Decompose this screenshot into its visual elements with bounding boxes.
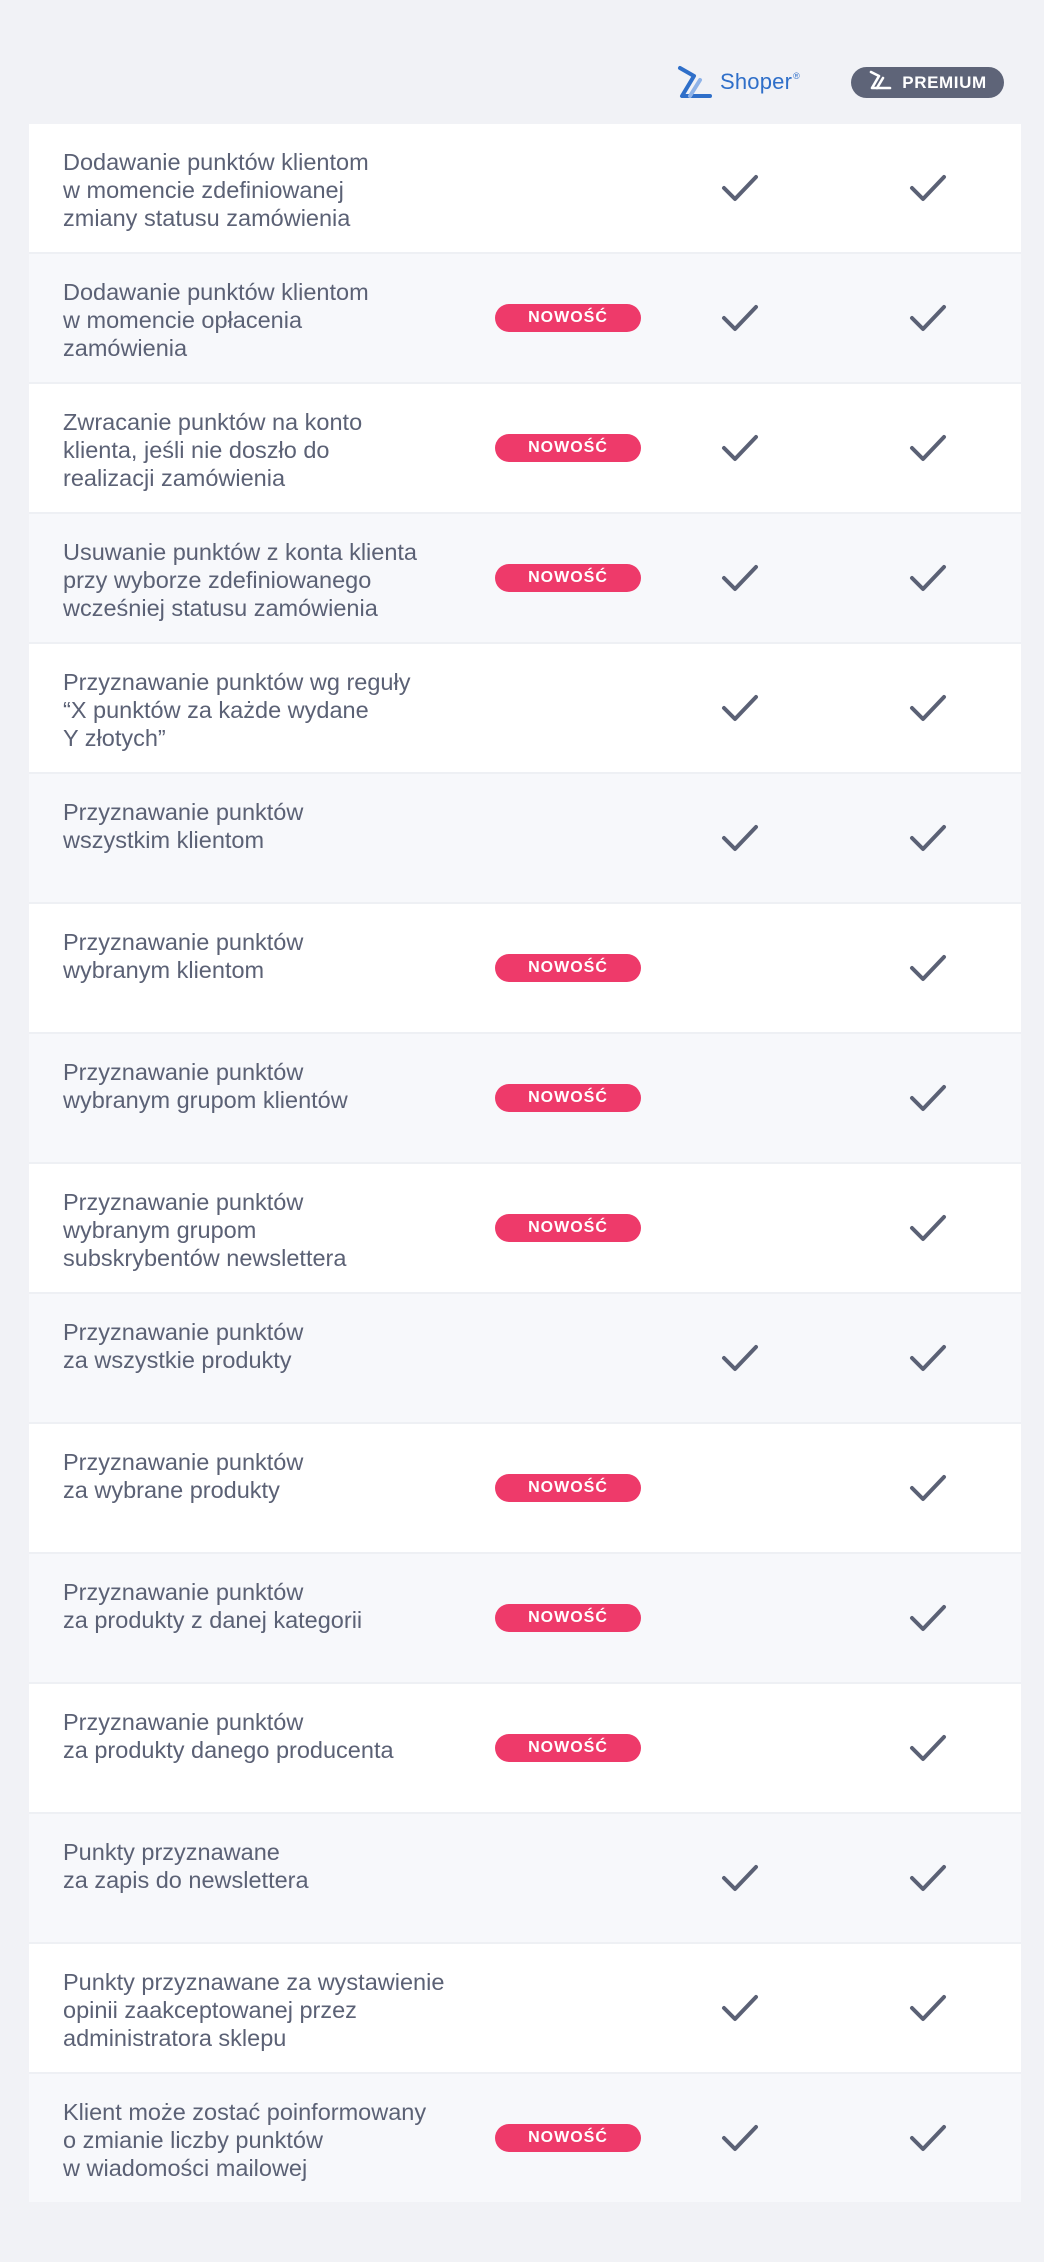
check-icon [720, 2122, 760, 2154]
table-row: Przyznawanie punktów za wszystkie produk… [29, 1294, 1021, 1424]
check-icon [908, 692, 948, 724]
new-badge: NOWOŚĆ [495, 1604, 641, 1632]
feature-label: Przyznawanie punktów za wybrane produkty [63, 1449, 304, 1503]
feature-label: Dodawanie punktów klientom w momencie op… [63, 279, 369, 361]
check-icon [908, 1082, 948, 1114]
feature-label: Przyznawanie punktów wg reguły “X punktó… [63, 669, 411, 751]
new-badge: NOWOŚĆ [495, 1084, 641, 1112]
check-icon [908, 1732, 948, 1764]
table-row: Dodawanie punktów klientom w momencie zd… [29, 124, 1021, 254]
check-icon [908, 1992, 948, 2024]
shoper-logo-icon [676, 64, 716, 100]
table-row: Przyznawanie punktów za produkty z danej… [29, 1554, 1021, 1684]
table-row: Przyznawanie punktów wybranym klientom NO… [29, 904, 1021, 1034]
table-row: Punkty przyznawane za zapis do newslette… [29, 1814, 1021, 1944]
table-row: Przyznawanie punktów wybranym grupom kli… [29, 1034, 1021, 1164]
check-icon [908, 822, 948, 854]
table-row: Przyznawanie punktów wg reguły “X punktó… [29, 644, 1021, 774]
check-icon [908, 1602, 948, 1634]
table-row: Dodawanie punktów klientom w momencie op… [29, 254, 1021, 384]
check-icon [720, 172, 760, 204]
premium-label: PREMIUM [902, 72, 987, 92]
feature-label: Przyznawanie punktów za produkty z danej… [63, 1579, 363, 1633]
comparison-header: Shoper® PREMIUM [0, 0, 1044, 124]
feature-label: Klient może zostać poinformowany o zmian… [63, 2099, 427, 2181]
table-row: Przyznawanie punktów za wybrane produkty… [29, 1424, 1021, 1554]
new-badge: NOWOŚĆ [495, 1734, 641, 1762]
feature-label: Punkty przyznawane za wystawienie opinii… [63, 1969, 445, 2051]
check-icon [720, 1992, 760, 2024]
shoper-logo-text: Shoper® [720, 69, 800, 94]
check-icon [720, 822, 760, 854]
check-icon [720, 562, 760, 594]
new-badge: NOWOŚĆ [495, 434, 641, 462]
feature-label: Zwracanie punktów na konto klienta, jeśl… [63, 409, 363, 491]
check-icon [908, 952, 948, 984]
check-icon [908, 2122, 948, 2154]
table-row: Przyznawanie punktów wybranym grupom sub… [29, 1164, 1021, 1294]
shoper-logo: Shoper® [676, 60, 806, 104]
new-badge: NOWOŚĆ [495, 564, 641, 592]
table-row: Zwracanie punktów na konto klienta, jeśl… [29, 384, 1021, 514]
table-row: Usuwanie punktów z konta klienta przy wy… [29, 514, 1021, 644]
premium-logo-icon [868, 69, 894, 96]
feature-label: Punkty przyznawane za zapis do newslette… [63, 1839, 309, 1893]
feature-label: Dodawanie punktów klientom w momencie zd… [63, 149, 369, 231]
check-icon [908, 1342, 948, 1374]
new-badge: NOWOŚĆ [495, 1214, 641, 1242]
check-icon [720, 1862, 760, 1894]
premium-badge: PREMIUM [851, 67, 1004, 98]
table-row: Punkty przyznawane za wystawienie opinii… [29, 1944, 1021, 2074]
feature-label: Usuwanie punktów z konta klienta przy wy… [63, 539, 418, 621]
new-badge: NOWOŚĆ [495, 954, 641, 982]
check-icon [908, 1862, 948, 1894]
new-badge: NOWOŚĆ [495, 304, 641, 332]
check-icon [908, 1212, 948, 1244]
feature-label: Przyznawanie punktów za produkty danego … [63, 1709, 394, 1763]
feature-label: Przyznawanie punktów za wszystkie produk… [63, 1319, 304, 1373]
feature-label: Przyznawanie punktów wszystkim klientom [63, 799, 304, 853]
table-row: Klient może zostać poinformowany o zmian… [29, 2074, 1021, 2202]
feature-comparison-table: Dodawanie punktów klientom w momencie zd… [29, 124, 1021, 2202]
check-icon [720, 432, 760, 464]
check-icon [908, 302, 948, 334]
check-icon [908, 1472, 948, 1504]
check-icon [720, 692, 760, 724]
table-row: Przyznawanie punktów wszystkim klientom [29, 774, 1021, 904]
feature-label: Przyznawanie punktów wybranym grupom sub… [63, 1189, 347, 1271]
feature-label: Przyznawanie punktów wybranym klientom [63, 929, 304, 983]
new-badge: NOWOŚĆ [495, 2124, 641, 2152]
new-badge: NOWOŚĆ [495, 1474, 641, 1502]
check-icon [720, 1342, 760, 1374]
feature-label: Przyznawanie punktów wybranym grupom kli… [63, 1059, 348, 1113]
table-row: Przyznawanie punktów za produkty danego … [29, 1684, 1021, 1814]
check-icon [908, 172, 948, 204]
check-icon [908, 432, 948, 464]
check-icon [908, 562, 948, 594]
check-icon [720, 302, 760, 334]
